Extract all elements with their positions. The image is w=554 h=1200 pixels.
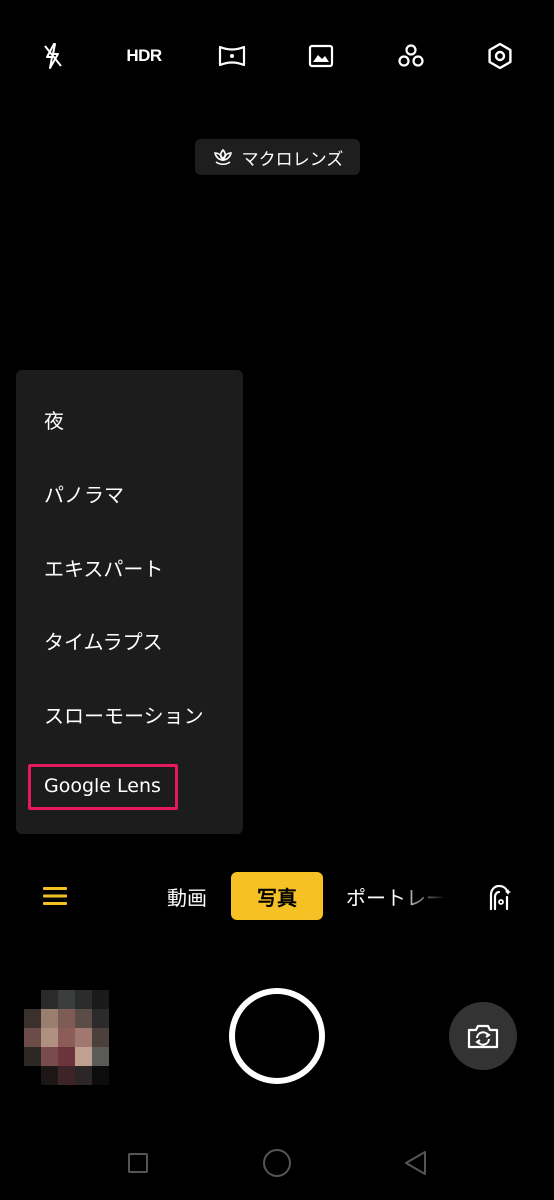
circle-icon [262,1148,292,1178]
menu-item-timelapse[interactable]: タイムラプス [44,626,163,655]
macro-lens-label: マクロレンズ [241,149,344,170]
flash-off-icon[interactable] [33,36,73,76]
mode-photo-label: 写真 [257,885,297,910]
home-button[interactable] [260,1148,294,1178]
mode-video[interactable]: 動画 [167,882,207,911]
back-button[interactable] [399,1148,433,1178]
wide-angle-icon[interactable] [212,36,252,76]
image-filter-icon[interactable] [301,36,341,76]
flower-icon [212,147,234,167]
mode-bar: 動画 写真 ポートレー [0,872,554,922]
camera-flip-button[interactable] [449,1002,517,1070]
hdr-label: HDR [126,46,162,65]
ai-face-icon[interactable] [485,883,513,911]
mode-photo[interactable]: 写真 [231,872,323,920]
google-lens-highlight-box [28,764,178,810]
gear-icon[interactable] [480,36,520,76]
recent-apps-button[interactable] [121,1148,155,1178]
menu-item-night[interactable]: 夜 [44,405,64,434]
menu-item-expert[interactable]: エキスパート [44,553,163,582]
square-icon [127,1152,149,1174]
gallery-thumbnail[interactable] [24,990,109,1085]
menu-item-panorama[interactable]: パノラマ [44,479,124,508]
three-circles-icon[interactable] [391,36,431,76]
camera-flip-icon [466,1022,500,1050]
hamburger-menu-icon[interactable] [42,885,68,907]
triangle-back-icon [403,1150,429,1176]
hdr-button[interactable]: HDR [123,36,165,76]
macro-lens-chip[interactable]: マクロレンズ [195,139,360,175]
menu-item-slow-motion[interactable]: スローモーション [44,700,204,729]
mode-bar-fade [395,872,455,922]
shutter-button[interactable] [229,988,325,1084]
